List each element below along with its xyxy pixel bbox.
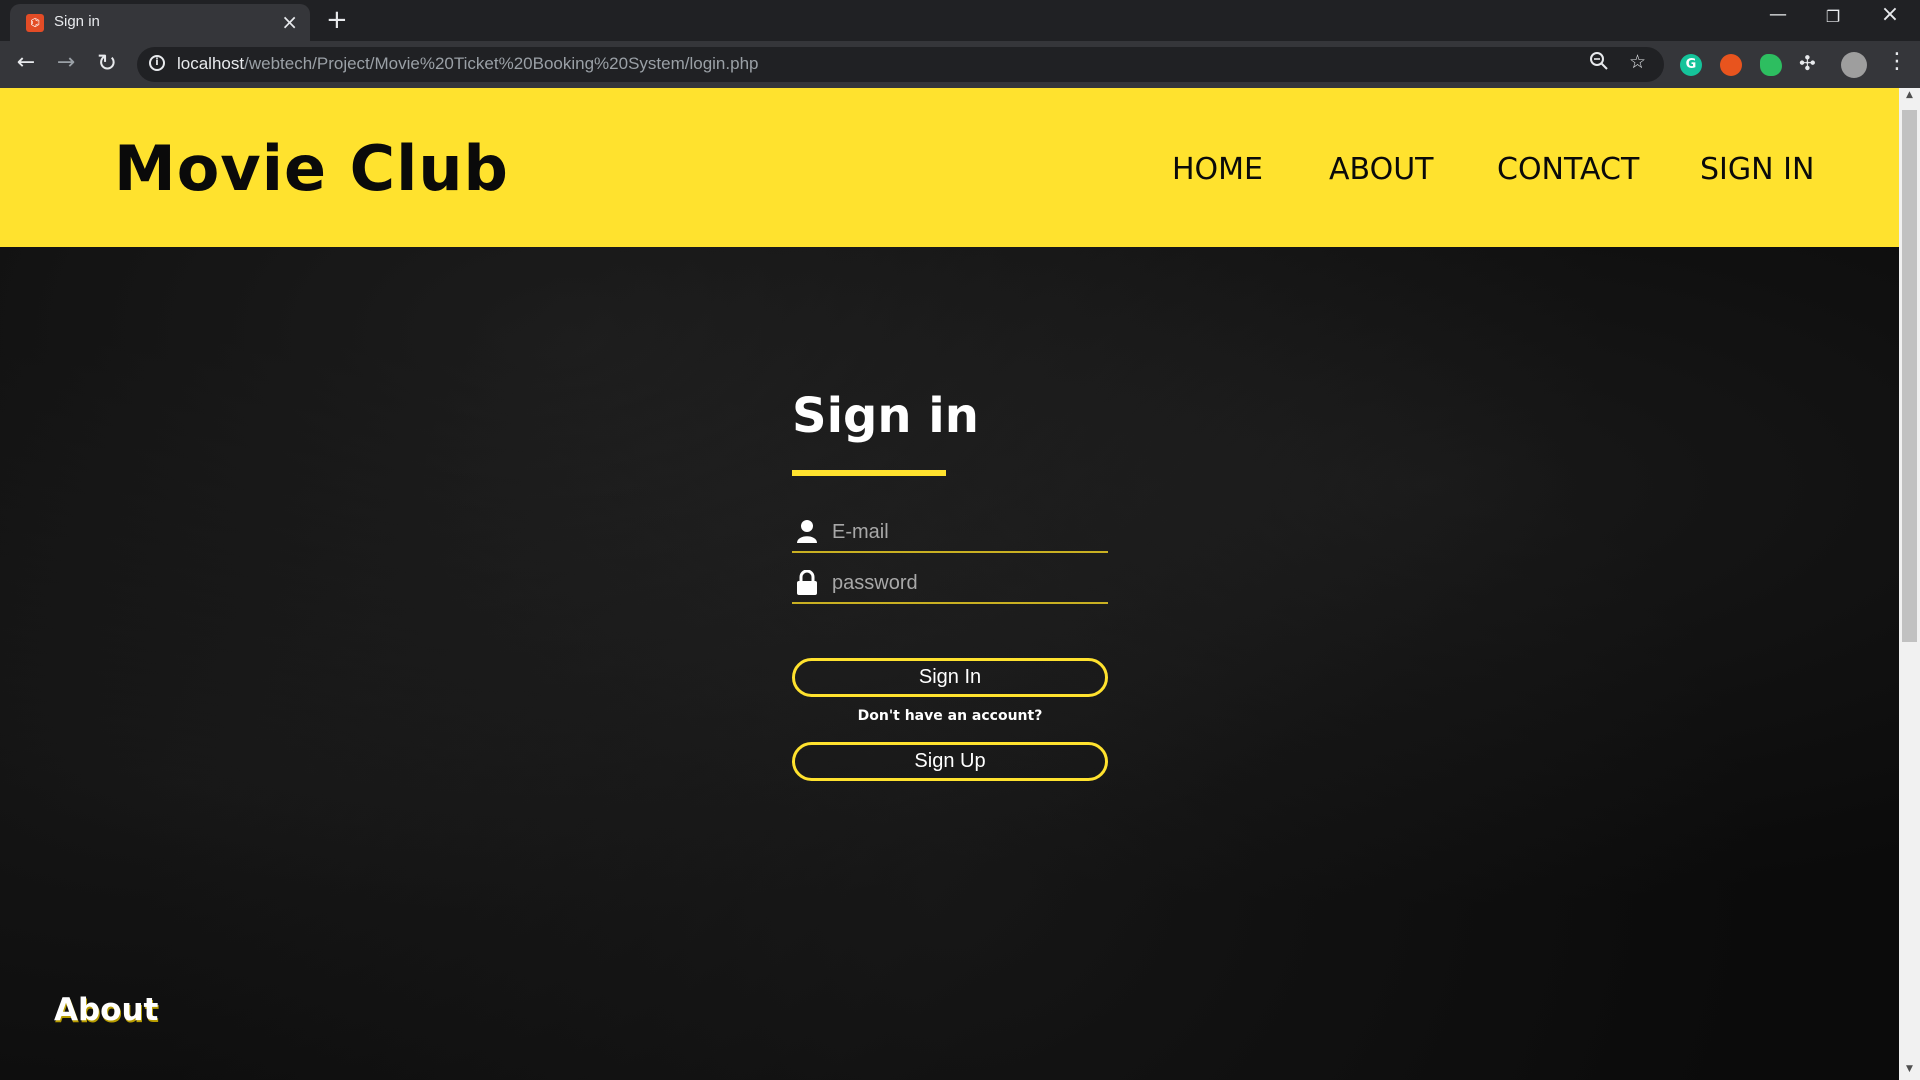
tab-title: Sign in bbox=[54, 13, 100, 30]
signup-button[interactable]: Sign Up bbox=[792, 742, 1108, 781]
bookmark-star-icon[interactable]: ☆ bbox=[1629, 51, 1646, 73]
reload-icon[interactable]: ↻ bbox=[91, 49, 123, 77]
scroll-down-icon[interactable]: ▼ bbox=[1899, 1064, 1920, 1078]
url-host: localhost bbox=[177, 54, 245, 73]
url-text[interactable]: localhost/webtech/Project/Movie%20Ticket… bbox=[177, 54, 758, 74]
back-arrow-icon[interactable]: ← bbox=[10, 49, 42, 77]
info-icon[interactable]: i bbox=[149, 55, 165, 71]
extensions-puzzle-icon[interactable]: ✣ bbox=[1799, 51, 1821, 75]
restore-icon[interactable]: ❐ bbox=[1805, 7, 1861, 26]
email-field bbox=[792, 513, 1108, 553]
scroll-up-icon[interactable]: ▲ bbox=[1899, 90, 1920, 104]
close-tab-icon[interactable]: × bbox=[281, 10, 298, 34]
nav-contact[interactable]: CONTACT bbox=[1497, 152, 1639, 187]
about-heading: About bbox=[54, 992, 159, 1028]
browser-tab-bar: ⌬ Sign in × + — ❐ × bbox=[0, 0, 1920, 41]
new-tab-icon[interactable]: + bbox=[326, 6, 348, 34]
lock-icon bbox=[796, 569, 820, 596]
nav-about[interactable]: ABOUT bbox=[1329, 152, 1433, 187]
address-bar[interactable]: i localhost/webtech/Project/Movie%20Tick… bbox=[137, 47, 1664, 82]
url-path: /webtech/Project/Movie%20Ticket%20Bookin… bbox=[244, 54, 759, 73]
browser-toolbar: ← → ↻ i localhost/webtech/Project/Movie%… bbox=[0, 41, 1920, 88]
page-scrollbar[interactable]: ▲ ▼ bbox=[1899, 88, 1920, 1080]
grammarly-extension-icon[interactable]: G bbox=[1680, 54, 1702, 76]
nav-home[interactable]: HOME bbox=[1172, 152, 1263, 187]
close-window-icon[interactable]: × bbox=[1862, 2, 1918, 27]
fox-extension-icon[interactable] bbox=[1720, 54, 1742, 76]
form-title: Sign in bbox=[792, 388, 979, 444]
scroll-thumb[interactable] bbox=[1902, 110, 1917, 642]
nav-signin[interactable]: SIGN IN bbox=[1700, 152, 1814, 187]
password-field bbox=[792, 564, 1108, 604]
signin-button[interactable]: Sign In bbox=[792, 658, 1108, 697]
title-underline bbox=[792, 470, 946, 476]
email-input[interactable] bbox=[832, 513, 1102, 551]
profile-avatar[interactable] bbox=[1841, 52, 1867, 78]
favicon-icon: ⌬ bbox=[26, 14, 44, 32]
password-input[interactable] bbox=[832, 564, 1102, 602]
site-logo[interactable]: Movie Club bbox=[114, 132, 509, 205]
browser-tab[interactable]: ⌬ Sign in × bbox=[10, 4, 310, 41]
user-icon bbox=[796, 519, 820, 545]
menu-dots-icon[interactable]: ⋮ bbox=[1886, 49, 1908, 74]
page-content: Movie Club HOME ABOUT CONTACT SIGN IN Si… bbox=[0, 88, 1899, 1080]
evernote-extension-icon[interactable] bbox=[1760, 54, 1782, 76]
no-account-text: Don't have an account? bbox=[857, 708, 1043, 724]
zoom-icon[interactable] bbox=[1589, 51, 1609, 76]
site-header: Movie Club HOME ABOUT CONTACT SIGN IN bbox=[0, 88, 1899, 247]
forward-arrow-icon[interactable]: → bbox=[50, 49, 82, 77]
minimize-icon[interactable]: — bbox=[1750, 4, 1806, 25]
